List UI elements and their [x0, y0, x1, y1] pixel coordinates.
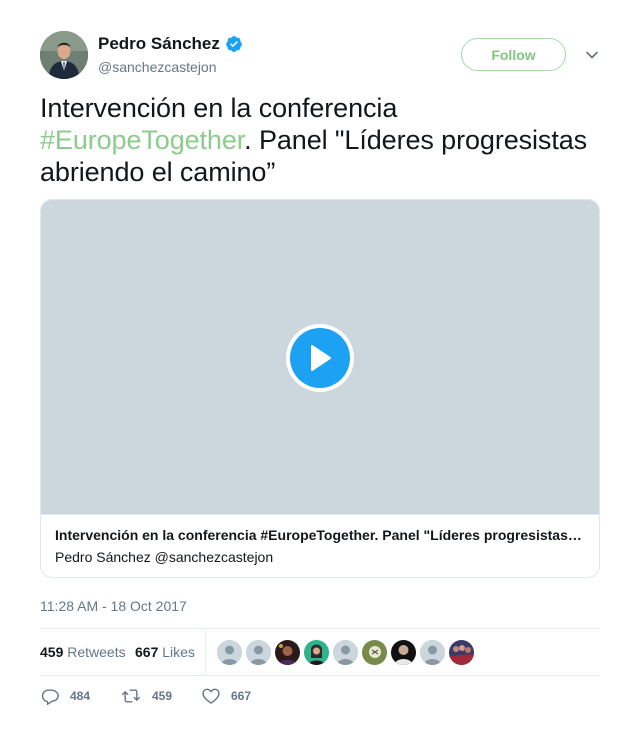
liker-avatar-9[interactable]	[449, 640, 474, 665]
hashtag-link[interactable]: #EuropeTogether	[40, 125, 244, 155]
play-icon	[311, 345, 331, 371]
play-button-inner	[290, 328, 350, 388]
author-avatar[interactable]	[40, 31, 88, 79]
chevron-down-icon[interactable]	[585, 48, 599, 62]
author-handle[interactable]: @sanchezcastejon	[98, 59, 217, 75]
likes-count: 667	[135, 644, 159, 660]
retweet-button[interactable]: 459	[120, 686, 172, 706]
reply-button[interactable]: 484	[40, 686, 90, 706]
user-photo-icon	[362, 640, 387, 665]
tweet-header: Pedro Sánchez @sanchezcastejon Follow	[40, 31, 600, 79]
like-count: 667	[231, 689, 252, 703]
liker-avatar-4[interactable]	[304, 640, 329, 665]
liker-avatar-2[interactable]	[246, 640, 271, 665]
likers-avatars	[217, 640, 478, 665]
default-avatar-icon	[333, 640, 358, 665]
play-button[interactable]	[286, 324, 354, 392]
liker-avatar-1[interactable]	[217, 640, 242, 665]
retweet-count: 459	[152, 689, 173, 703]
tweet-text-before: Intervención en la conferencia	[40, 93, 398, 123]
reply-count: 484	[70, 689, 91, 703]
video-thumbnail[interactable]	[41, 200, 599, 515]
card-byline: Pedro Sánchez @sanchezcastejon	[55, 549, 274, 565]
default-avatar-icon	[420, 640, 445, 665]
retweet-icon	[121, 689, 141, 703]
verified-badge-icon	[226, 36, 242, 52]
user-photo-icon	[449, 640, 474, 665]
liker-avatar-6[interactable]	[362, 640, 387, 665]
tweet-timestamp[interactable]: 11:28 AM - 18 Oct 2017	[40, 598, 187, 614]
liker-avatar-5[interactable]	[333, 640, 358, 665]
card-title[interactable]: Intervención en la conferencia #EuropeTo…	[55, 527, 585, 543]
follow-button[interactable]: Follow	[461, 38, 566, 71]
video-card[interactable]: Intervención en la conferencia #EuropeTo…	[40, 199, 600, 578]
author-name[interactable]: Pedro Sánchez	[98, 34, 220, 54]
retweets-label: Retweets	[67, 644, 126, 660]
user-photo-icon	[275, 640, 300, 665]
likes-label: Likes	[162, 644, 195, 660]
reply-icon	[41, 689, 59, 706]
liker-avatar-7[interactable]	[391, 640, 416, 665]
retweets-stat[interactable]: 459 Retweets	[40, 644, 126, 660]
heart-icon	[202, 688, 220, 704]
avatar-photo-icon	[40, 31, 88, 79]
retweets-count: 459	[40, 644, 64, 660]
tweet-text: Intervención en la conferencia #EuropeTo…	[40, 92, 600, 188]
user-photo-icon	[391, 640, 416, 665]
tweet-actions: 484 459 667	[40, 686, 600, 710]
stats-divider	[205, 629, 206, 675]
likes-stat[interactable]: 667 Likes	[135, 644, 195, 660]
tweet-stats: 459 Retweets 667 Likes	[40, 628, 600, 676]
liker-avatar-8[interactable]	[420, 640, 445, 665]
default-avatar-icon	[246, 640, 271, 665]
liker-avatar-3[interactable]	[275, 640, 300, 665]
like-button[interactable]: 667	[201, 686, 251, 706]
user-photo-icon	[304, 640, 329, 665]
default-avatar-icon	[217, 640, 242, 665]
